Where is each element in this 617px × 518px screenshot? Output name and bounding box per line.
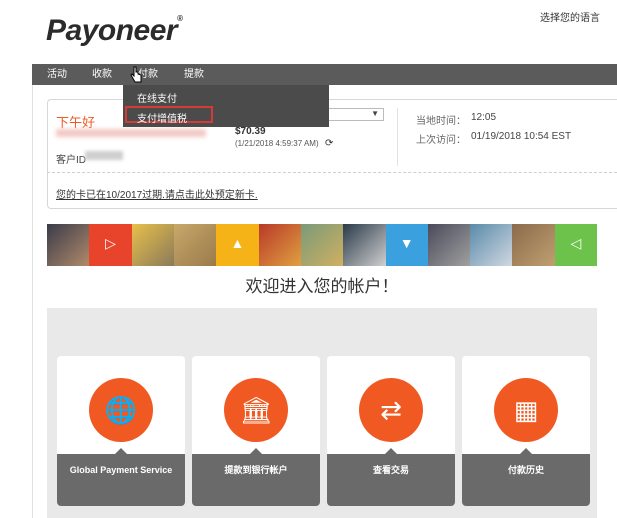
local-time-label: 当地时间： — [416, 116, 466, 127]
dropdown-arrow-icon: ▼ — [371, 109, 379, 118]
pay-dropdown-menu: 在线支付 支付增值税 — [123, 85, 329, 127]
card-label: 提款到银行帐户 — [224, 465, 288, 475]
banner-yellow-tile: ▲ — [216, 224, 259, 266]
card-label: 查看交易 — [372, 465, 409, 475]
banner-photo-city — [47, 224, 90, 266]
hand-globe-icon: 🌐 — [89, 378, 153, 442]
last-visit-value: 01/19/2018 10:54 EST — [471, 131, 572, 142]
banner-red-tile: ▷ — [89, 224, 132, 266]
banner-photo-dolls — [258, 224, 301, 266]
main-nav-bar: 活动 收款 付款 提款 — [32, 64, 617, 85]
calendar-icon: ▦ — [494, 378, 558, 442]
welcome-heading: 欢迎进入您的帐户！ — [47, 266, 597, 308]
menu-item-pay-vat[interactable]: 支付增值税 — [137, 110, 187, 125]
triangle-down-icon: ▼ — [399, 235, 414, 251]
banner-photo-money — [300, 224, 344, 266]
menu-item-online-payment[interactable]: 在线支付 — [137, 90, 177, 105]
photo-banner: ▷ ▲ ▼ ◁ — [47, 224, 597, 266]
info-separator — [397, 108, 398, 166]
customer-id-redacted — [85, 151, 123, 160]
exchange-arrows-icon: ⇄ — [359, 378, 423, 442]
card-expired-link[interactable]: 您的卡已在10/2017过期.请点击此处预定新卡. — [56, 186, 258, 201]
dotted-divider — [47, 172, 617, 173]
local-time-value: 12:05 — [471, 112, 497, 123]
nav-item-withdraw[interactable]: 提款 — [184, 64, 204, 85]
card-label: 付款历史 — [507, 465, 544, 475]
nav-item-receive[interactable]: 收款 — [92, 64, 112, 85]
play-left-icon: ◁ — [570, 235, 582, 251]
last-visit-label: 上次访问： — [416, 135, 466, 146]
nav-item-activity[interactable]: 活动 — [47, 64, 67, 85]
banner-photo-office — [427, 224, 471, 266]
card-label: Global Payment Service — [69, 465, 173, 475]
payoneer-logo[interactable]: Payoneer® — [46, 14, 183, 48]
banner-blue-tile: ▼ — [385, 224, 428, 266]
card-withdraw-to-bank[interactable]: 🏛 提款到银行帐户 — [192, 356, 320, 506]
card-view-transactions[interactable]: ⇄ 查看交易 — [327, 356, 455, 506]
play-right-icon: ▷ — [105, 235, 116, 251]
language-selector-link[interactable]: 选择您的语言 — [540, 9, 600, 24]
banner-photo-taxi — [131, 224, 174, 266]
account-name-redacted — [56, 129, 206, 137]
customer-id-label: 客户ID — [56, 155, 86, 166]
hand-cursor-icon — [130, 66, 142, 83]
banner-photo-woman — [343, 224, 386, 266]
banner-green-tile: ◁ — [554, 224, 597, 266]
banner-photo-notes — [512, 224, 555, 266]
card-global-payment-service[interactable]: 🌐 Global Payment Service — [57, 356, 185, 506]
bank-icon: 🏛 — [224, 378, 288, 442]
balance-timestamp: (1/21/2018 4:59:37 AM) — [235, 139, 319, 148]
left-border-line — [32, 85, 33, 518]
balance-amount: $70.39 — [235, 126, 266, 137]
banner-photo-pyramids — [173, 224, 217, 266]
banner-photo-building — [470, 224, 513, 266]
card-payment-history[interactable]: ▦ 付款历史 — [462, 356, 590, 506]
refresh-icon[interactable]: ⟳ — [325, 138, 333, 149]
triangle-up-icon: ▲ — [230, 235, 245, 251]
